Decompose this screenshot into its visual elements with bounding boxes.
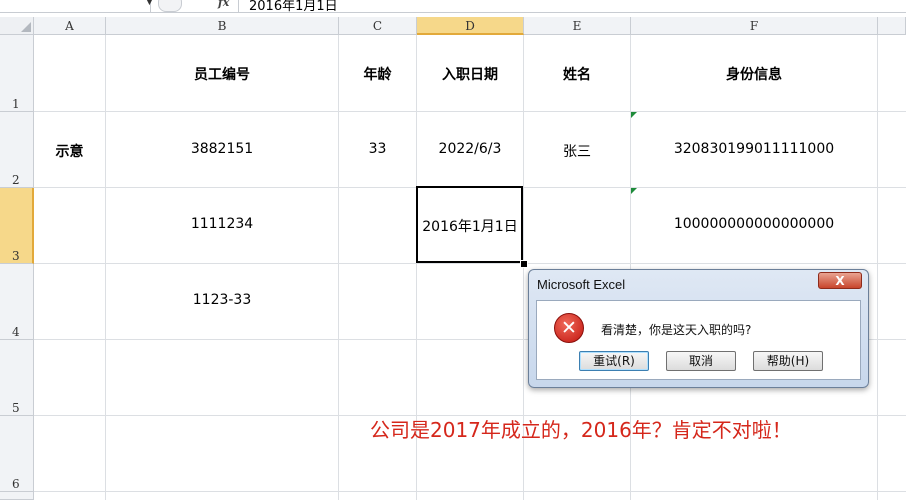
column-header-a[interactable]: A: [34, 17, 106, 35]
cell-c2[interactable]: 33: [339, 141, 416, 157]
row-header-5[interactable]: 5: [0, 340, 34, 416]
select-all-triangle-icon: [21, 22, 31, 32]
row-number: 3: [12, 249, 20, 263]
column-header-b[interactable]: B: [106, 17, 339, 35]
row-header-4[interactable]: 4: [0, 264, 34, 340]
row-header-2[interactable]: 2: [0, 112, 34, 188]
row-header-7[interactable]: [0, 492, 34, 500]
row-number: 5: [12, 401, 20, 415]
formula-value: 2016年1月1日: [249, 0, 338, 13]
grid-line: [338, 35, 339, 500]
column-header-g[interactable]: [878, 17, 906, 35]
formula-input[interactable]: 2016年1月1日: [238, 0, 906, 12]
column-header-c[interactable]: C: [339, 17, 417, 35]
row-number: 4: [12, 325, 20, 339]
grid-line: [34, 263, 906, 264]
active-cell-border: [416, 186, 523, 263]
cell-e2[interactable]: 张三: [524, 141, 630, 161]
help-button[interactable]: 帮助(H): [753, 351, 823, 371]
name-box-dropdown-icon[interactable]: ▼: [146, 0, 153, 7]
cell-f2[interactable]: 320830199011111000: [631, 141, 877, 157]
row-header-3[interactable]: 3: [0, 188, 34, 264]
name-box[interactable]: [0, 0, 151, 12]
error-icon: ✕: [554, 313, 584, 343]
cell-b4[interactable]: 1123-33: [106, 292, 338, 308]
error-indicator-icon: [631, 188, 637, 194]
cell-b3[interactable]: 1111234: [106, 216, 338, 232]
cell-e1[interactable]: 姓名: [524, 64, 630, 84]
cell-a2[interactable]: 示意: [34, 141, 105, 161]
dialog-message: 看清楚，你是这天入职的吗?: [601, 323, 752, 337]
cell-f1[interactable]: 身份信息: [631, 64, 877, 84]
row-header-1[interactable]: 1: [0, 35, 34, 112]
fill-handle[interactable]: [520, 260, 528, 268]
retry-button[interactable]: 重试(R): [579, 351, 649, 371]
dialog-title: Microsoft Excel: [537, 277, 626, 292]
select-all-button[interactable]: [0, 17, 34, 35]
row-number: 2: [12, 173, 20, 187]
annotation-text: 公司是2017年成立的，2016年？肯定不对啦！: [370, 418, 792, 442]
grid-line: [34, 491, 906, 492]
fx-icon[interactable]: fx: [218, 0, 229, 9]
grid-line: [34, 111, 906, 112]
cell-f3[interactable]: 100000000000000000: [631, 216, 877, 232]
column-header-f[interactable]: F: [631, 17, 878, 35]
row-number: 6: [12, 477, 20, 491]
grid-line: [877, 35, 878, 500]
dialog-body: ✕ 看清楚，你是这天入职的吗? 重试(R) 取消 帮助(H): [536, 300, 861, 380]
cell-c1[interactable]: 年龄: [339, 64, 416, 84]
cell-d1[interactable]: 入职日期: [417, 64, 523, 84]
row-number: 1: [12, 97, 20, 111]
formula-bar: ▼ fx 2016年1月1日: [0, 0, 906, 13]
cell-b2[interactable]: 3882151: [106, 141, 338, 157]
cell-d2[interactable]: 2022/6/3: [417, 141, 523, 157]
error-indicator-icon: [631, 112, 637, 118]
formula-bar-splitter[interactable]: [158, 0, 182, 12]
grid-line: [105, 35, 106, 500]
dialog-close-button[interactable]: X: [818, 272, 862, 289]
cell-b1[interactable]: 员工编号: [106, 64, 338, 84]
error-dialog: Microsoft Excel X ✕ 看清楚，你是这天入职的吗? 重试(R) …: [528, 269, 869, 388]
cancel-button[interactable]: 取消: [666, 351, 736, 371]
column-header-e[interactable]: E: [524, 17, 631, 35]
column-header-d[interactable]: D: [417, 17, 524, 35]
row-header-6[interactable]: 6: [0, 416, 34, 492]
